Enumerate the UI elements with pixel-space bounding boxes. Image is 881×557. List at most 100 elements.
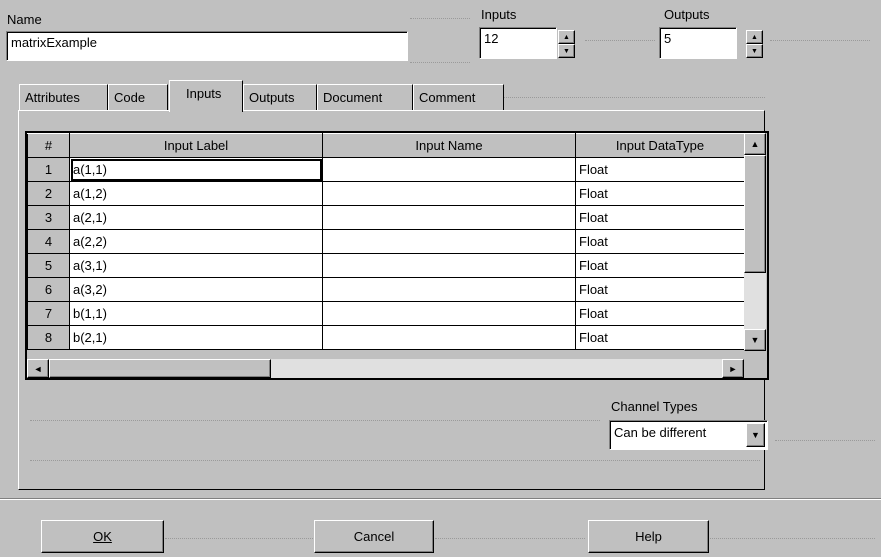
row-number[interactable]: 3 xyxy=(27,205,70,230)
ok-button-label: OK xyxy=(93,529,112,544)
decorative-dots xyxy=(410,18,470,19)
column-header-input-name[interactable]: Input Name xyxy=(322,133,576,158)
help-button-label: Help xyxy=(635,529,662,544)
decorative-dots xyxy=(165,538,315,539)
outputs-count-label: Outputs xyxy=(664,7,710,22)
cell-input-label[interactable]: a(3,2) xyxy=(69,277,323,302)
inputs-grid[interactable]: # Input Label Input Name Input DataType … xyxy=(25,131,769,380)
table-row: 5 a(3,1) Float xyxy=(27,253,745,278)
inputs-table: # Input Label Input Name Input DataType … xyxy=(27,133,745,350)
cell-input-datatype[interactable]: Float xyxy=(575,253,745,278)
cell-input-name[interactable] xyxy=(322,157,576,182)
name-label: Name xyxy=(7,12,42,27)
column-header-input-label[interactable]: Input Label xyxy=(69,133,323,158)
inputs-count-field[interactable]: 12 xyxy=(479,27,557,59)
outputs-count-value: 5 xyxy=(664,31,672,46)
cell-input-datatype[interactable]: Float xyxy=(575,157,745,182)
cell-input-label[interactable]: a(2,2) xyxy=(69,229,323,254)
table-row: 3 a(2,1) Float xyxy=(27,205,745,230)
tab-document[interactable]: Document xyxy=(317,84,413,110)
horizontal-scrollbar[interactable]: ◄ ► xyxy=(27,359,744,378)
cell-input-name[interactable] xyxy=(322,277,576,302)
column-header-input-datatype[interactable]: Input DataType xyxy=(575,133,745,158)
cell-input-label[interactable]: a(3,1) xyxy=(69,253,323,278)
cell-input-label[interactable]: a(1,2) xyxy=(69,181,323,206)
channel-types-dropdown-button[interactable]: ▼ xyxy=(746,423,765,447)
table-row: 6 a(3,2) Float xyxy=(27,277,745,302)
outputs-spin-up-button[interactable]: ▲ xyxy=(746,30,763,44)
cell-input-name[interactable] xyxy=(322,181,576,206)
row-number[interactable]: 6 xyxy=(27,277,70,302)
up-arrow-icon: ▲ xyxy=(750,139,760,149)
cell-input-label[interactable]: b(1,1) xyxy=(69,301,323,326)
row-number[interactable]: 8 xyxy=(27,325,70,350)
decorative-dots xyxy=(775,440,875,441)
inputs-spin-up-button[interactable]: ▲ xyxy=(558,30,575,44)
scroll-down-button[interactable]: ▼ xyxy=(744,329,766,351)
cell-input-name[interactable] xyxy=(322,229,576,254)
cancel-button[interactable]: Cancel xyxy=(314,520,434,553)
cell-input-label[interactable]: b(2,1) xyxy=(69,325,323,350)
cell-input-datatype[interactable]: Float xyxy=(575,325,745,350)
cell-input-label[interactable]: a(2,1) xyxy=(69,205,323,230)
name-value: matrixExample xyxy=(11,35,97,50)
row-number[interactable]: 2 xyxy=(27,181,70,206)
horizontal-scroll-thumb[interactable] xyxy=(49,359,271,378)
help-button[interactable]: Help xyxy=(588,520,709,553)
outputs-count-spinner[interactable]: ▲ ▼ xyxy=(746,30,763,58)
table-row: 4 a(2,2) Float xyxy=(27,229,745,254)
scroll-right-button[interactable]: ► xyxy=(722,359,744,378)
outputs-count-field[interactable]: 5 xyxy=(659,27,737,59)
table-row: 8 b(2,1) Float xyxy=(27,325,745,350)
tab-outputs[interactable]: Outputs xyxy=(243,84,317,110)
up-arrow-icon: ▲ xyxy=(563,33,570,41)
ok-button[interactable]: OK xyxy=(41,520,164,553)
row-number[interactable]: 1 xyxy=(27,157,70,182)
row-number[interactable]: 4 xyxy=(27,229,70,254)
vertical-scroll-thumb[interactable] xyxy=(744,155,766,273)
vertical-scrollbar[interactable]: ▲ ▼ xyxy=(744,133,766,351)
left-arrow-icon: ◄ xyxy=(33,363,43,374)
channel-types-select[interactable]: Can be different ▼ xyxy=(609,420,768,450)
inputs-count-label: Inputs xyxy=(481,7,517,22)
table-row: 2 a(1,2) Float xyxy=(27,181,745,206)
table-row: 7 b(1,1) Float xyxy=(27,301,745,326)
decorative-dots xyxy=(585,40,655,41)
channel-types-value: Can be different xyxy=(614,425,707,440)
down-arrow-icon: ▼ xyxy=(563,47,570,55)
cell-input-datatype[interactable]: Float xyxy=(575,301,745,326)
decorative-dots xyxy=(435,538,585,539)
tab-attributes[interactable]: Attributes xyxy=(19,84,108,110)
channel-types-label: Channel Types xyxy=(611,399,698,414)
scroll-left-button[interactable]: ◄ xyxy=(27,359,49,378)
cell-input-name[interactable] xyxy=(322,325,576,350)
name-field[interactable]: matrixExample xyxy=(6,31,408,61)
scroll-up-button[interactable]: ▲ xyxy=(744,133,766,155)
cell-input-datatype[interactable]: Float xyxy=(575,277,745,302)
decorative-dots xyxy=(410,62,470,63)
cell-input-name[interactable] xyxy=(322,253,576,278)
row-number[interactable]: 7 xyxy=(27,301,70,326)
cell-input-datatype[interactable]: Float xyxy=(575,205,745,230)
table-header-row: # Input Label Input Name Input DataType xyxy=(27,133,745,158)
inputs-spin-down-button[interactable]: ▼ xyxy=(558,44,575,58)
cell-input-label[interactable]: a(1,1) xyxy=(69,157,323,182)
column-header-number[interactable]: # xyxy=(27,133,70,158)
cell-input-name[interactable] xyxy=(322,205,576,230)
up-arrow-icon: ▲ xyxy=(751,33,758,41)
tab-comment[interactable]: Comment xyxy=(413,84,504,110)
outputs-spin-down-button[interactable]: ▼ xyxy=(746,44,763,58)
down-arrow-icon: ▼ xyxy=(750,335,760,345)
cancel-button-label: Cancel xyxy=(353,529,395,544)
tab-inputs[interactable]: Inputs xyxy=(169,80,243,112)
cell-input-name[interactable] xyxy=(322,301,576,326)
tab-code[interactable]: Code xyxy=(108,84,168,110)
inputs-count-value: 12 xyxy=(484,31,499,46)
table-row: 1 a(1,1) Float xyxy=(27,157,745,182)
inputs-count-spinner[interactable]: ▲ ▼ xyxy=(558,30,575,58)
row-number[interactable]: 5 xyxy=(27,253,70,278)
cell-input-datatype[interactable]: Float xyxy=(575,181,745,206)
separator-line-highlight xyxy=(0,499,881,500)
right-arrow-icon: ► xyxy=(728,363,738,374)
cell-input-datatype[interactable]: Float xyxy=(575,229,745,254)
